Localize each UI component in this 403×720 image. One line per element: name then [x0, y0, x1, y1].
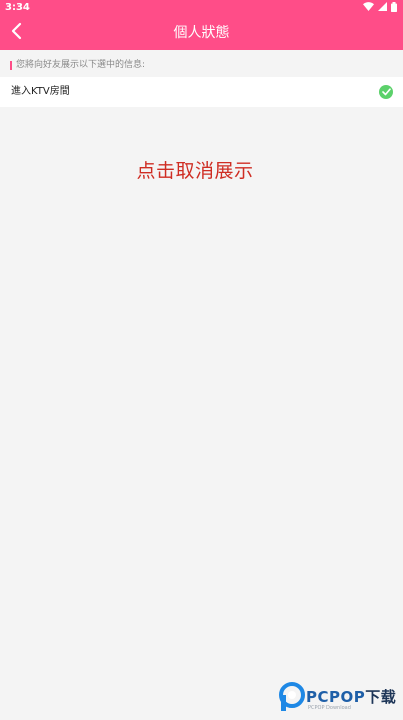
option-label: 進入KTV房間 — [11, 86, 70, 97]
status-icons — [363, 1, 397, 15]
chevron-left-icon — [10, 22, 22, 44]
hint-accent-bar — [10, 61, 12, 70]
watermark-brand-suffix: 下载 — [365, 688, 397, 706]
page-title: 個人狀態 — [173, 25, 230, 41]
watermark: PCPOP下载 PCPOP Download — [278, 682, 403, 720]
watermark-sub: PCPOP Download — [308, 705, 351, 711]
battery-icon — [391, 1, 397, 15]
option-row-ktv[interactable]: 進入KTV房間 — [0, 77, 403, 107]
app-bar: 個人狀態 — [0, 16, 403, 50]
section-hint: 您將向好友展示以下選中的信息: — [0, 50, 403, 77]
annotation-text: 点击取消展示 — [136, 160, 254, 182]
check-circle-icon[interactable] — [379, 85, 393, 99]
screen: 3:34 個人狀態 您將向好友展示以下選中的信息: 進入KTV房間 点击取消展示… — [0, 0, 403, 720]
wifi-icon — [363, 2, 374, 14]
watermark-brand-name: PCPOP — [306, 688, 366, 706]
pcpop-logo-icon — [278, 682, 306, 712]
back-button[interactable] — [2, 18, 30, 48]
status-bar: 3:34 — [0, 0, 403, 16]
status-time: 3:34 — [5, 2, 30, 13]
hint-text: 您將向好友展示以下選中的信息: — [16, 60, 146, 70]
watermark-brand: PCPOP下载 — [306, 686, 396, 707]
signal-icon — [378, 2, 387, 14]
